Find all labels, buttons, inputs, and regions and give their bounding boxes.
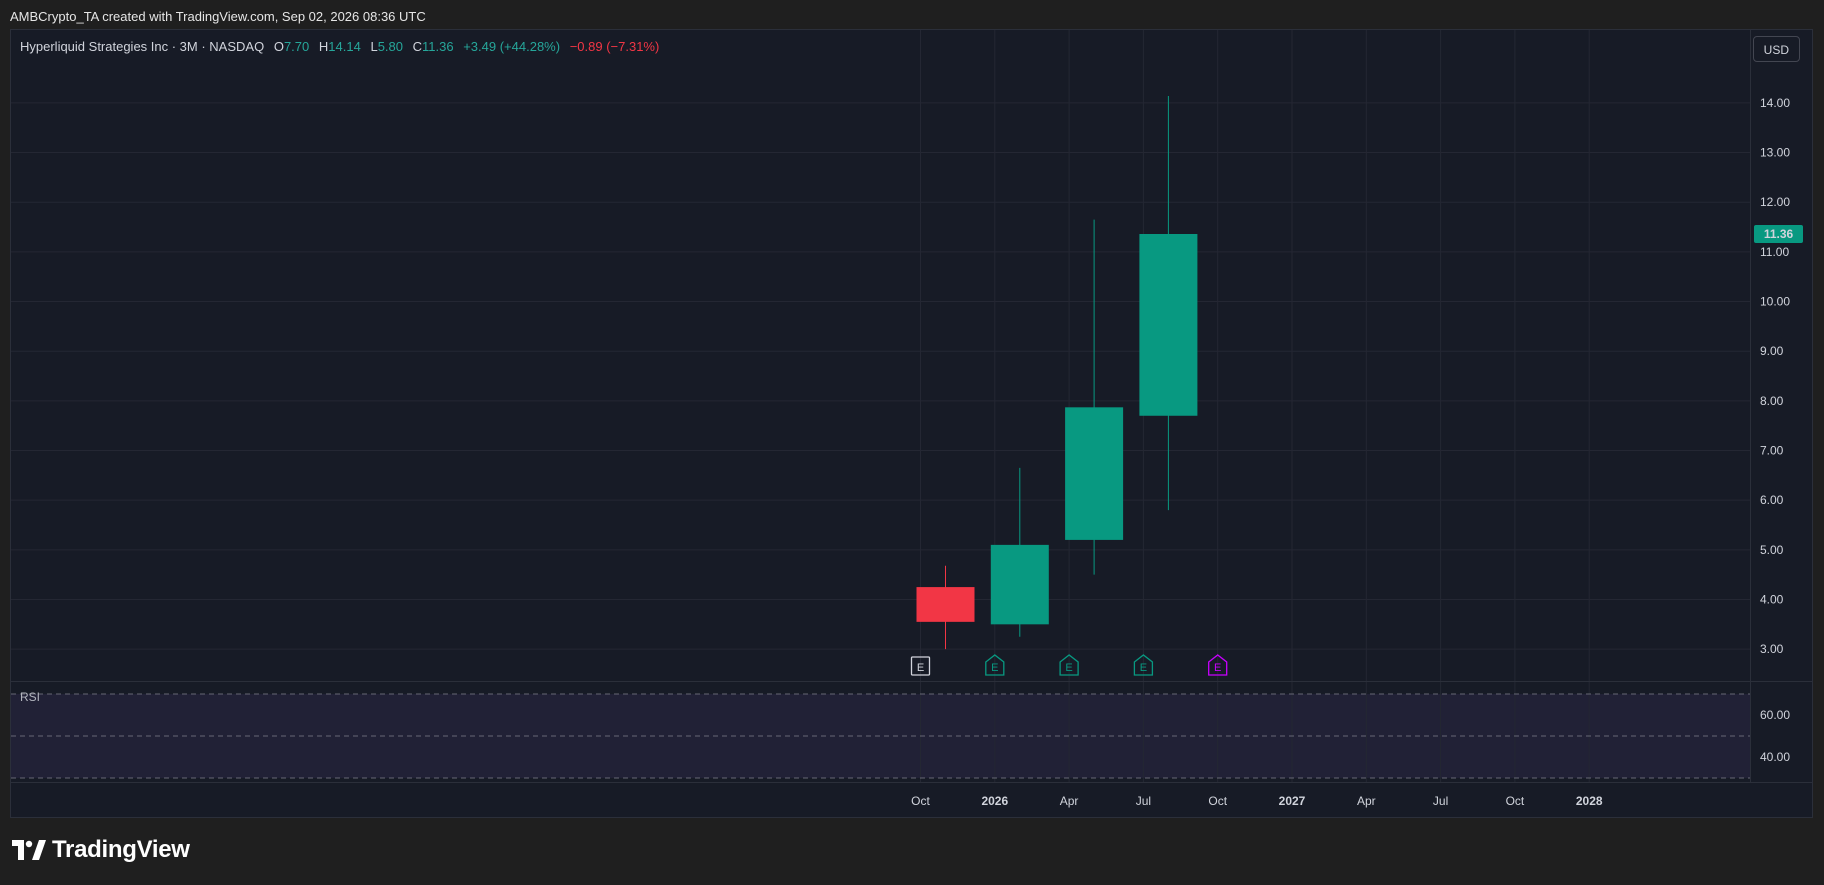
time-tick-label: 2028 (1576, 794, 1603, 808)
earnings-marker-label: E (1140, 662, 1147, 674)
created-with-line: AMBCrypto_TA created with TradingView.co… (10, 9, 426, 24)
symbol-legend: Hyperliquid Strategies Inc · 3M · NASDAQ… (20, 39, 659, 54)
price-tick-label: 8.00 (1760, 394, 1784, 408)
candle-body (1139, 234, 1198, 416)
last-price-label: 11.36 (1764, 227, 1794, 241)
time-tick-label: Oct (911, 794, 930, 808)
time-tick-label: 2026 (981, 794, 1008, 808)
earnings-marker-label: E (991, 662, 998, 674)
rsi-pane-label: RSI (20, 690, 41, 704)
price-tick-label: 13.00 (1760, 146, 1790, 160)
candle (990, 467, 1049, 637)
candle-body (1065, 407, 1124, 540)
low-label: L (370, 39, 378, 54)
change-secondary-value: −0.89 (−7.31%) (569, 39, 660, 54)
symbol-title: Hyperliquid Strategies Inc · 3M · NASDAQ (20, 39, 265, 54)
price-tick-label: 12.00 (1760, 195, 1790, 209)
candle (1065, 219, 1124, 575)
rsi-tick-label: 60.00 (1760, 708, 1790, 722)
high-label: H (318, 39, 329, 54)
time-tick-label: Oct (1208, 794, 1227, 808)
price-tick-label: 14.00 (1760, 96, 1790, 110)
earnings-marker-label: E (1214, 662, 1221, 674)
price-tick-label: 6.00 (1760, 493, 1784, 507)
price-tick-label: 5.00 (1760, 543, 1784, 557)
earnings-marker-label: E (1065, 662, 1072, 674)
earnings-marker-label: E (917, 662, 924, 674)
price-tick-label: 3.00 (1760, 642, 1784, 656)
price-tick-label: 11.00 (1760, 245, 1789, 259)
time-tick-label: Jul (1136, 794, 1151, 808)
open-value: 7.70 (283, 39, 310, 54)
time-tick-label: Apr (1357, 794, 1376, 808)
rsi-tick-label: 40.00 (1760, 750, 1790, 764)
close-value: 11.36 (422, 39, 454, 54)
candle (916, 565, 975, 650)
time-tick-label: Apr (1060, 794, 1079, 808)
price-tick-label: 9.00 (1760, 344, 1784, 358)
candle (1139, 95, 1198, 511)
chart-frame[interactable]: E E E E E 3.00 4.00 5.00 6.00 7.00 8.00 9.00 10.00 11… (11, 30, 1812, 817)
change-value: +3.49 (+44.28%) (463, 39, 561, 54)
candle-body (916, 587, 975, 622)
time-tick-label: Jul (1433, 794, 1448, 808)
currency-button[interactable]: USD (1752, 36, 1800, 62)
tradingview-logo-icon (12, 840, 46, 860)
time-tick-label: 2027 (1279, 794, 1306, 808)
price-tick-label: 10.00 (1760, 295, 1790, 309)
candle-body (990, 544, 1049, 625)
price-tick-label: 4.00 (1760, 593, 1784, 607)
brand-name: TradingView (52, 836, 190, 863)
open-label: O (273, 39, 284, 54)
low-value: 5.80 (377, 39, 403, 54)
price-tick-label: 7.00 (1760, 444, 1784, 458)
chart-canvas[interactable]: E E E E E 3.00 4.00 5.00 6.00 7.00 8.00 9.00 10.00 11… (11, 30, 1812, 817)
time-tick-label: Oct (1506, 794, 1525, 808)
tradingview-brand: TradingView (12, 836, 190, 864)
high-value: 14.14 (328, 39, 361, 54)
close-label: C (412, 39, 423, 54)
